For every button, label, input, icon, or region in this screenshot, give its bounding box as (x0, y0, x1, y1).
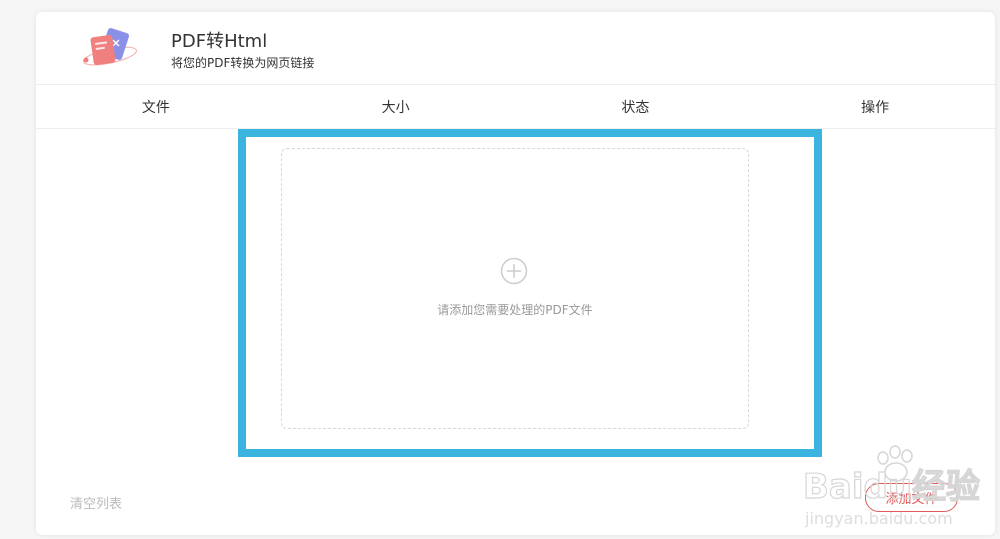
pdf-convert-logo-icon (82, 28, 138, 66)
app-header: PDF转Html 将您的PDF转换为网页链接 (36, 12, 995, 84)
column-header-status: 状态 (621, 99, 650, 116)
app-title: PDF转Html (171, 31, 268, 52)
dropzone-hint: 请添加您需要处理的PDF文件 (437, 303, 593, 317)
file-dropzone[interactable]: 请添加您需要处理的PDF文件 (281, 148, 749, 429)
plus-circle-icon (500, 257, 528, 285)
column-header-action: 操作 (861, 99, 890, 116)
converter-panel: PDF转Html 将您的PDF转换为网页链接 文件 大小 状态 操作 请添加您需… (36, 12, 995, 535)
file-table-header: 文件 大小 状态 操作 (36, 84, 995, 129)
column-header-size: 大小 (381, 99, 410, 116)
add-file-button[interactable]: 添加文件 (865, 483, 958, 512)
column-header-file: 文件 (141, 99, 170, 116)
app-subtitle: 将您的PDF转换为网页链接 (171, 56, 315, 70)
clear-list-button[interactable]: 清空列表 (70, 493, 122, 512)
